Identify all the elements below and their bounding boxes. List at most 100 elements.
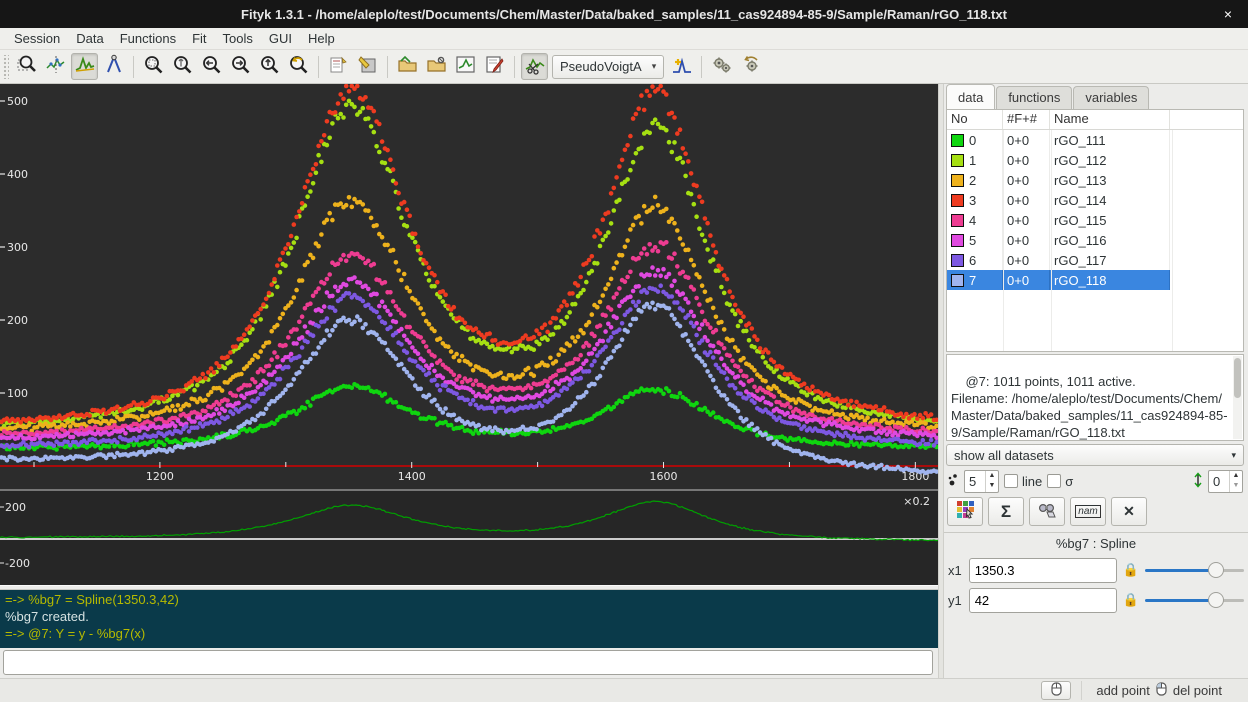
menu-item-session[interactable]: Session [6, 28, 68, 49]
x1-slider[interactable] [1145, 561, 1244, 579]
menu-item-help[interactable]: Help [300, 28, 343, 49]
reset-session-button[interactable] [354, 53, 381, 80]
dataset-func-count: 0+0 [1003, 210, 1050, 230]
lock-icon[interactable]: 🔒 [1123, 592, 1139, 608]
y1-slider[interactable] [1145, 591, 1244, 609]
table-row-rGO_116[interactable]: 50+0rGO_116 [947, 230, 1243, 250]
color-swatch[interactable] [951, 194, 964, 207]
main-plot-canvas[interactable]: 1200140016001800500400300200100 [0, 84, 938, 489]
save-script-button[interactable] [481, 53, 508, 80]
add-peak-mode-button[interactable] [71, 53, 98, 80]
line-checkbox[interactable]: line [1004, 474, 1042, 489]
sigma-checkbox[interactable]: σ [1047, 474, 1073, 489]
color-swatch[interactable] [951, 254, 964, 267]
window-close-button[interactable]: × [1218, 0, 1238, 28]
y1-label: y1 [948, 593, 963, 608]
console-output: =-> %bg7 = Spline(1350.3,42)%bg7 created… [0, 590, 938, 648]
point-size-icon [947, 473, 959, 490]
spinner-arrows[interactable]: ▲▼ [985, 471, 998, 492]
sum-datasets-button[interactable]: Σ [988, 497, 1024, 526]
delete-dataset-button[interactable]: ✕ [1111, 497, 1147, 526]
menu-item-gui[interactable]: GUI [261, 28, 300, 49]
menubar: SessionDataFunctionsFitToolsGUIHelp [0, 28, 1248, 50]
zoom-right-button[interactable] [227, 53, 254, 80]
open-data-button[interactable] [394, 53, 421, 80]
main-plot-area[interactable]: 1200140016001800500400300200100 [0, 84, 938, 489]
checkbox-icon[interactable] [1047, 474, 1061, 488]
svg-text:500: 500 [7, 95, 28, 108]
svg-text:1400: 1400 [398, 470, 426, 483]
spinner-arrows[interactable]: ▲▼ [1229, 471, 1242, 492]
y1-input[interactable] [969, 588, 1117, 613]
checkbox-icon[interactable] [1004, 474, 1018, 488]
shift-spinner[interactable]: 0 ▲▼ [1208, 470, 1243, 493]
color-swatch[interactable] [951, 274, 964, 287]
tab-data[interactable]: data [946, 84, 995, 109]
command-input[interactable] [3, 650, 933, 675]
svg-text:200: 200 [5, 501, 26, 514]
column-header-name[interactable]: Name [1050, 110, 1170, 129]
tab-variables[interactable]: variables [1073, 86, 1149, 109]
slider-knob[interactable] [1208, 592, 1224, 608]
show-datasets-dropdown[interactable]: show all datasets ▾ [946, 444, 1244, 466]
slider-knob[interactable] [1208, 562, 1224, 578]
info-scrollbar[interactable] [1233, 356, 1242, 439]
dataset-colors-button[interactable] [947, 497, 983, 526]
color-swatch[interactable] [951, 234, 964, 247]
mouse-hint-button[interactable] [1041, 681, 1071, 700]
tab-functions[interactable]: functions [996, 86, 1072, 109]
lock-icon[interactable]: 🔒 [1123, 562, 1139, 578]
table-row-rGO_117[interactable]: 60+0rGO_117 [947, 250, 1243, 270]
zoom-all-button[interactable] [140, 53, 167, 80]
toolbar-drag-handle[interactable] [2, 55, 9, 79]
color-swatch[interactable] [951, 174, 964, 187]
table-row-rGO_111[interactable]: 00+0rGO_111 [947, 130, 1243, 150]
run-fit-button[interactable] [708, 53, 735, 80]
point-size-spinner[interactable]: 5 ▲▼ [964, 470, 999, 493]
dataset-func-count: 0+0 [1003, 230, 1050, 250]
color-swatch[interactable] [951, 154, 964, 167]
color-swatch[interactable] [951, 214, 964, 227]
zoom-left-button[interactable] [198, 53, 225, 80]
table-row-rGO_115[interactable]: 40+0rGO_115 [947, 210, 1243, 230]
line-checkbox-label: line [1022, 474, 1042, 489]
data-range-mode-button[interactable] [42, 53, 69, 80]
column-header-functions[interactable]: #F+# [1003, 110, 1050, 129]
dataset-no: 4 [947, 210, 1003, 230]
chevron-down-icon: ▾ [1231, 450, 1236, 461]
x1-label: x1 [948, 563, 963, 578]
rename-dataset-button[interactable]: nam [1070, 497, 1106, 526]
save-image-button[interactable] [452, 53, 479, 80]
x1-input[interactable] [969, 558, 1117, 583]
dataset-no: 7 [947, 270, 1003, 290]
statusbar: add point del point [0, 678, 1248, 702]
strip-background-button[interactable] [521, 53, 548, 80]
table-row-rGO_114[interactable]: 30+0rGO_114 [947, 190, 1243, 210]
menu-item-tools[interactable]: Tools [215, 28, 261, 49]
zoom-mode-button[interactable] [13, 53, 40, 80]
auto-add-peak-button[interactable] [668, 53, 695, 80]
zoom-previous-button[interactable] [285, 53, 312, 80]
zoom-up-button[interactable] [256, 53, 283, 80]
table-row-rGO_113[interactable]: 20+0rGO_113 [947, 170, 1243, 190]
copy-data-button[interactable] [1029, 497, 1065, 526]
undo-fit-button[interactable] [737, 53, 764, 80]
script-page-icon [328, 54, 350, 79]
session-log-button[interactable] [325, 53, 352, 80]
table-row-rGO_112[interactable]: 10+0rGO_112 [947, 150, 1243, 170]
aux-plot-canvas[interactable]: 200-200×0.2 [0, 491, 938, 585]
menu-item-data[interactable]: Data [68, 28, 111, 49]
open-data-custom-button[interactable] [423, 53, 450, 80]
add-point-mode-button[interactable] [100, 53, 127, 80]
function-type-dropdown[interactable]: PseudoVoigtA ▾ [552, 55, 664, 79]
color-swatch[interactable] [951, 134, 964, 147]
dataset-list[interactable]: No #F+# Name 00+0rGO_11110+0rGO_11220+0r… [946, 109, 1244, 352]
table-row-rGO_118[interactable]: 70+0rGO_118 [947, 270, 1243, 290]
window-title: Fityk 1.3.1 - /home/aleplo/test/Document… [241, 7, 1007, 22]
menu-item-fit[interactable]: Fit [184, 28, 214, 49]
aux-plot-area[interactable]: 200-200×0.2 [0, 491, 938, 585]
menu-item-functions[interactable]: Functions [112, 28, 184, 49]
column-header-no[interactable]: No [947, 110, 1003, 129]
dataset-no: 6 [947, 250, 1003, 270]
zoom-vertical-button[interactable] [169, 53, 196, 80]
